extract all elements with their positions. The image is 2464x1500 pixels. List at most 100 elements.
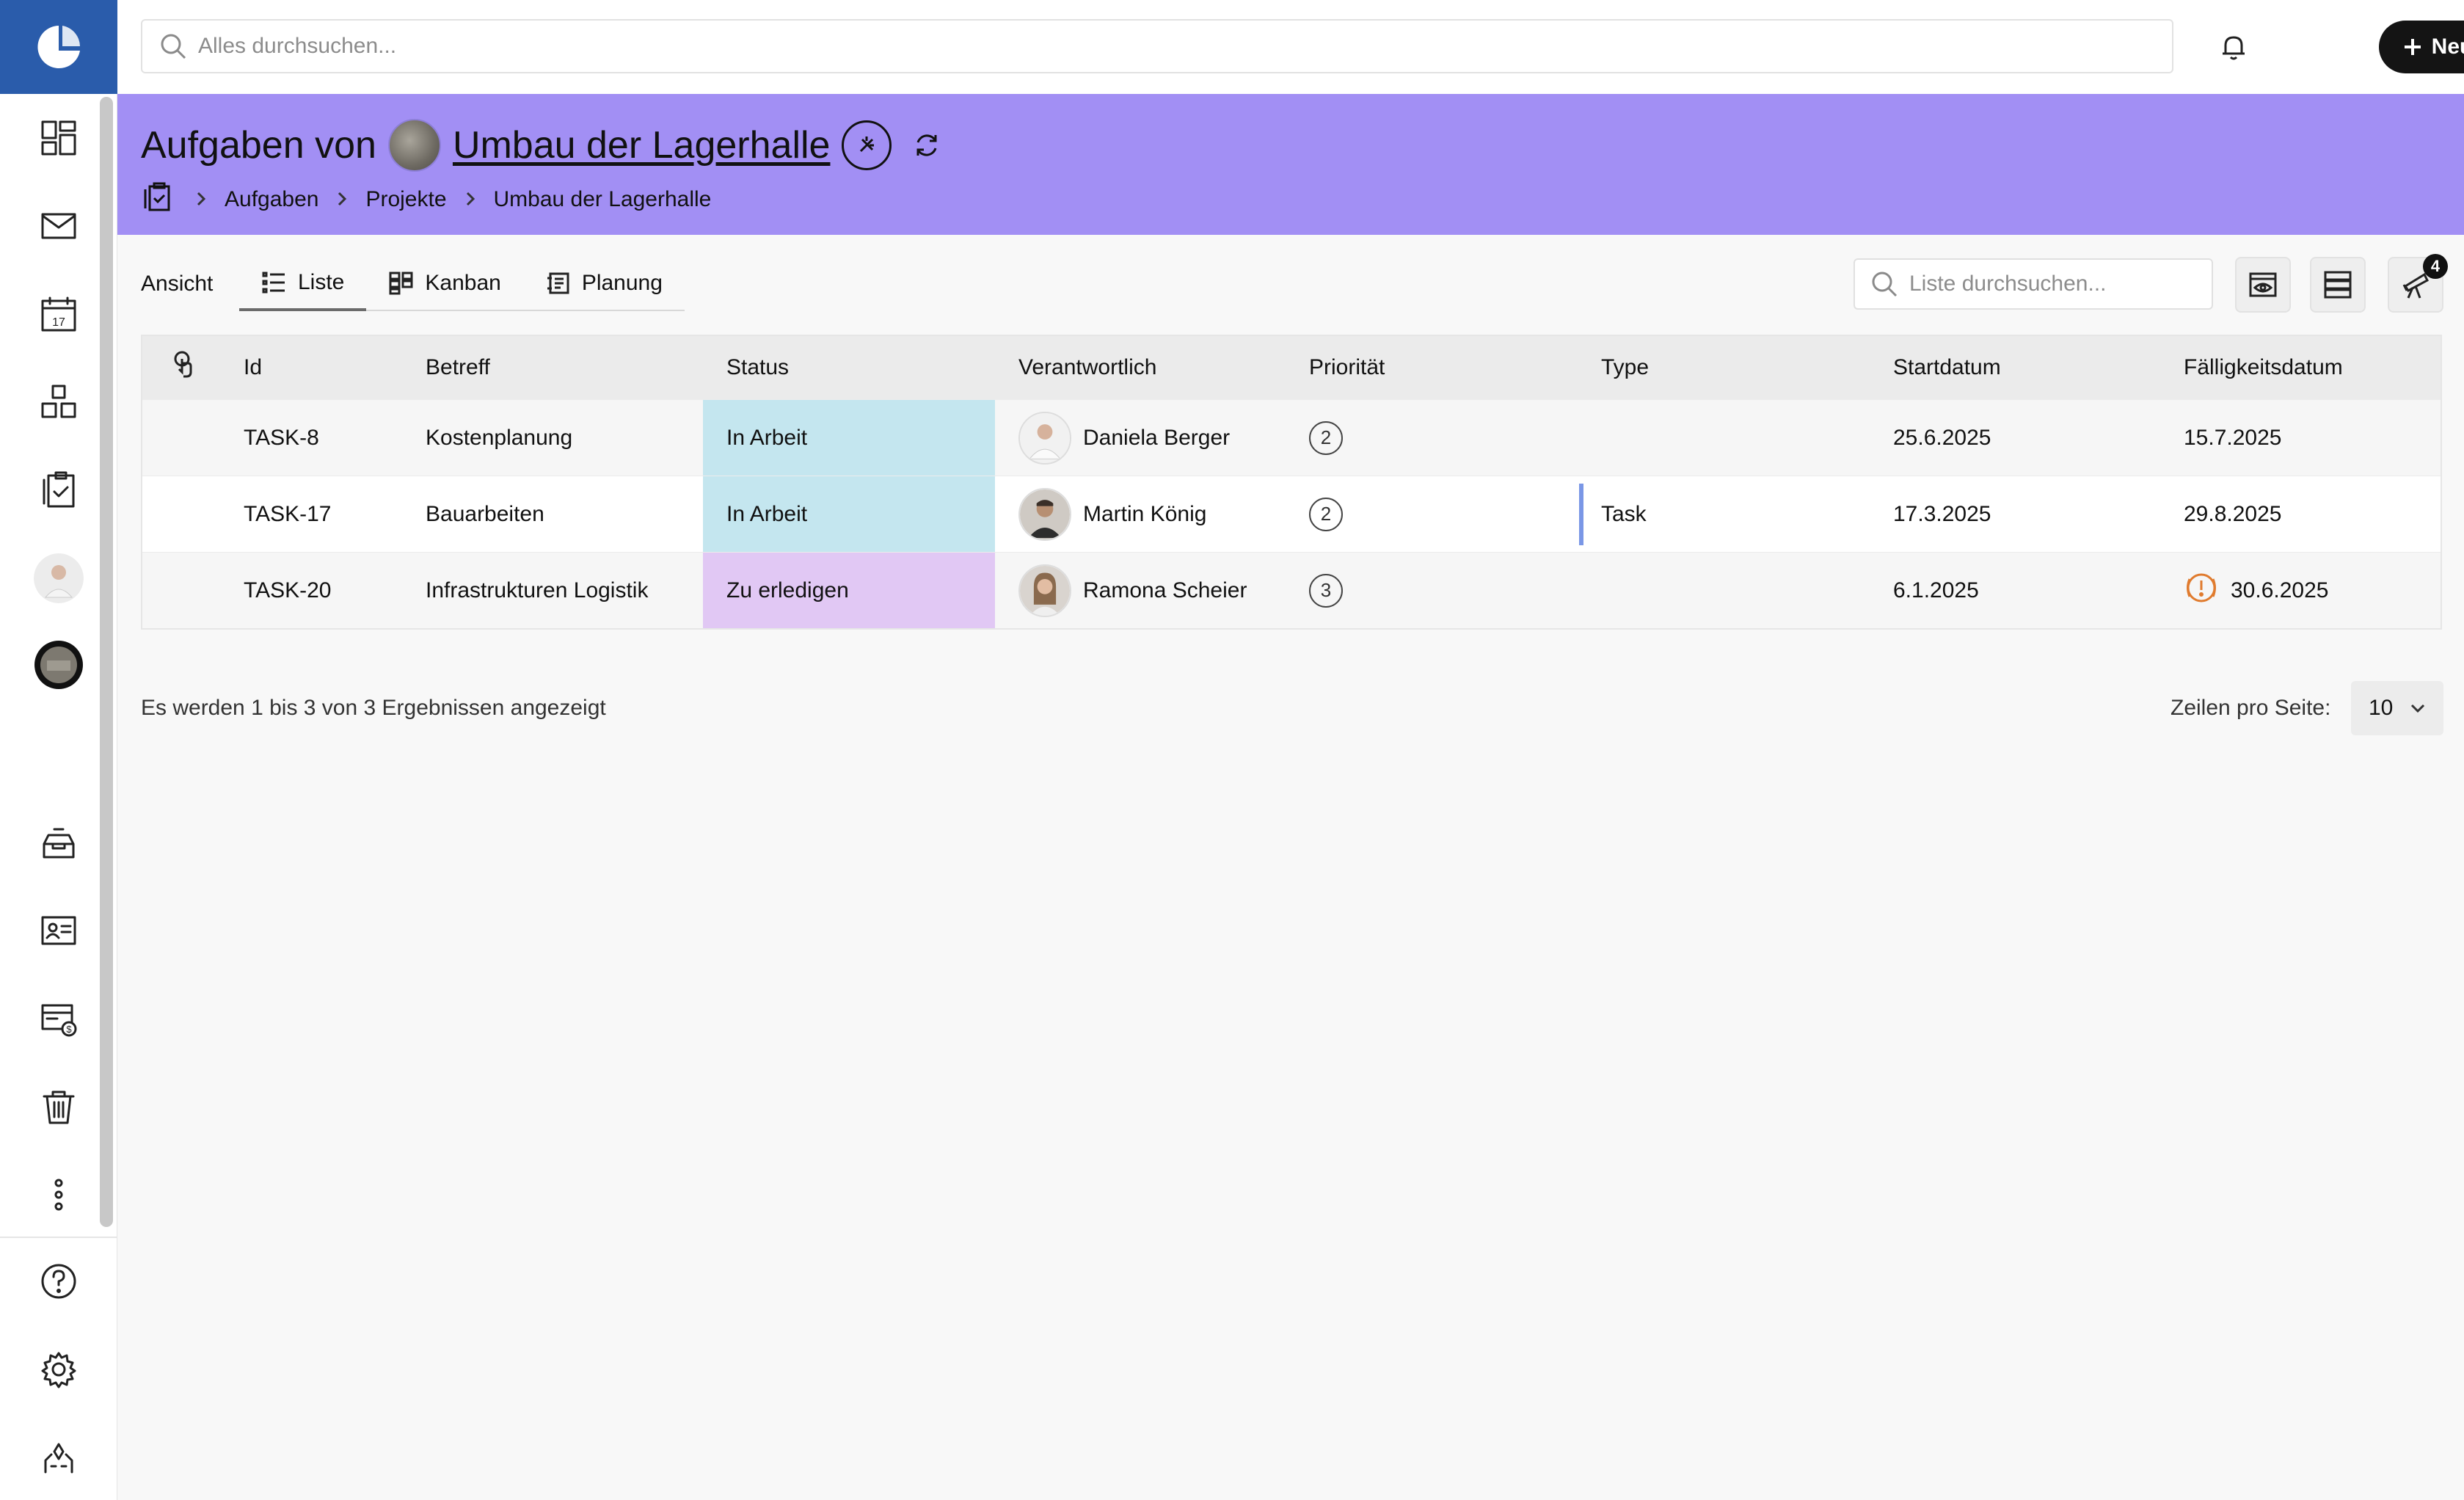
due-date-cell[interactable]: 29.8.2025 xyxy=(2160,502,2441,527)
settings-icon[interactable] xyxy=(29,1340,88,1399)
task-subject[interactable]: Bauarbeiten xyxy=(411,502,703,527)
task-id[interactable]: TASK-17 xyxy=(229,502,411,527)
list-search-input[interactable] xyxy=(1909,272,2203,296)
refresh-icon[interactable] xyxy=(906,125,947,166)
tab-list[interactable]: Liste xyxy=(239,257,367,311)
due-date-cell[interactable]: 30.6.2025 xyxy=(2160,570,2441,611)
column-header-assignee[interactable]: Verantwortlich xyxy=(995,355,1287,380)
start-date[interactable]: 17.3.2025 xyxy=(1870,502,2160,527)
new-button[interactable]: Neu xyxy=(2379,21,2464,73)
assignee-name: Martin König xyxy=(1083,501,1207,526)
type-marker xyxy=(1579,484,1583,545)
integrations-icon[interactable] xyxy=(29,1428,88,1487)
due-date: 29.8.2025 xyxy=(2184,501,2282,526)
app-logo[interactable] xyxy=(0,0,117,94)
priority-cell[interactable]: 2 xyxy=(1287,420,1579,455)
sidebar: 17 $ xyxy=(0,0,117,1500)
inbox-icon[interactable] xyxy=(29,813,88,872)
column-header-type[interactable]: Type xyxy=(1579,355,1870,380)
project-avatar-sidebar[interactable] xyxy=(34,640,84,690)
tab-planning-label: Planung xyxy=(581,271,663,295)
status-cell[interactable]: Zu erledigen xyxy=(703,553,995,628)
kanban-icon xyxy=(389,272,413,295)
chevron-right-icon xyxy=(194,187,208,212)
type-cell[interactable] xyxy=(1579,553,1870,628)
global-search-input[interactable] xyxy=(198,34,2106,59)
project-link[interactable]: Umbau der Lagerhalle xyxy=(453,123,831,167)
filter-count-badge: 4 xyxy=(2423,254,2448,279)
search-icon xyxy=(161,34,186,59)
tab-planning[interactable]: Planung xyxy=(523,257,685,310)
filter-button[interactable]: 4 xyxy=(2388,254,2448,313)
rows-per-page-label: Zeilen pro Seite: xyxy=(2170,696,2331,720)
tasks-table: Id Betreff Status Verantwortlich Priorit… xyxy=(141,335,2442,630)
breadcrumb-projects[interactable]: Projekte xyxy=(365,187,446,212)
overdue-warning-icon xyxy=(2184,570,2219,611)
density-button[interactable] xyxy=(2310,257,2366,313)
calendar-icon[interactable]: 17 xyxy=(29,285,88,343)
status-cell[interactable]: In Arbeit xyxy=(703,400,995,476)
status-cell[interactable]: In Arbeit xyxy=(703,476,995,552)
touch-icon xyxy=(167,349,200,387)
priority-cell[interactable]: 3 xyxy=(1287,573,1579,608)
due-date: 15.7.2025 xyxy=(2184,425,2282,450)
tasks-icon[interactable] xyxy=(29,461,88,520)
start-date[interactable]: 25.6.2025 xyxy=(1870,426,2160,451)
contacts-icon[interactable] xyxy=(29,901,88,960)
column-header-status[interactable]: Status xyxy=(703,355,995,380)
column-header-subject[interactable]: Betreff xyxy=(411,355,703,380)
type-cell[interactable] xyxy=(1579,400,1870,476)
priority-badge: 3 xyxy=(1309,573,1343,608)
row-select-cell[interactable] xyxy=(142,400,229,476)
rows-per-page-value: 10 xyxy=(2369,696,2394,720)
user-avatar-sidebar[interactable] xyxy=(34,553,84,603)
select-column-header[interactable] xyxy=(142,336,229,399)
avatar xyxy=(1018,487,1071,541)
column-header-due[interactable]: Fälligkeitsdatum xyxy=(2160,355,2441,380)
due-date-cell[interactable]: 15.7.2025 xyxy=(2160,426,2441,451)
sidebar-divider xyxy=(0,1237,117,1238)
more-icon[interactable] xyxy=(29,1165,88,1224)
list-search[interactable] xyxy=(1854,258,2213,310)
tab-kanban[interactable]: Kanban xyxy=(366,257,522,310)
task-subject[interactable]: Kostenplanung xyxy=(411,426,703,451)
chevron-right-icon xyxy=(335,187,349,212)
start-date[interactable]: 6.1.2025 xyxy=(1870,578,2160,603)
visibility-button[interactable] xyxy=(2235,257,2291,313)
mail-icon[interactable] xyxy=(29,197,88,255)
priority-cell[interactable]: 2 xyxy=(1287,497,1579,531)
table-row[interactable]: TASK-17 Bauarbeiten In Arbeit Martin Kön… xyxy=(142,476,2441,552)
invoice-icon[interactable]: $ xyxy=(29,989,88,1048)
breadcrumb-tasks[interactable]: Aufgaben xyxy=(225,187,318,212)
task-subject[interactable]: Infrastrukturen Logistik xyxy=(411,578,703,603)
breadcrumb: Aufgaben Projekte Umbau der Lagerhalle xyxy=(141,179,711,220)
result-info: Es werden 1 bis 3 von 3 Ergebnissen ange… xyxy=(141,696,606,720)
help-icon[interactable] xyxy=(29,1252,88,1311)
column-header-start[interactable]: Startdatum xyxy=(1870,355,2160,380)
global-search[interactable] xyxy=(141,19,2173,73)
dashboard-icon[interactable] xyxy=(29,109,88,167)
list-icon xyxy=(262,272,285,294)
notifications-bell-icon[interactable] xyxy=(2212,25,2256,69)
breadcrumb-project[interactable]: Umbau der Lagerhalle xyxy=(494,187,712,212)
task-id[interactable]: TASK-8 xyxy=(229,426,411,451)
remove-filter-icon[interactable] xyxy=(842,120,892,170)
table-row[interactable]: TASK-8 Kostenplanung In Arbeit Daniela B… xyxy=(142,399,2441,476)
assignee-cell[interactable]: Martin König xyxy=(995,487,1287,541)
modules-icon[interactable] xyxy=(29,373,88,432)
row-select-cell[interactable] xyxy=(142,476,229,552)
column-header-priority[interactable]: Priorität xyxy=(1287,355,1579,380)
task-id[interactable]: TASK-20 xyxy=(229,578,411,603)
sidebar-scrollbar[interactable] xyxy=(100,97,113,1227)
assignee-cell[interactable]: Daniela Berger xyxy=(995,411,1287,465)
assignee-cell[interactable]: Ramona Scheier xyxy=(995,564,1287,617)
rows-per-page-select[interactable]: 10 xyxy=(2351,681,2443,735)
assignee-name: Ramona Scheier xyxy=(1083,578,1247,602)
trash-icon[interactable] xyxy=(29,1077,88,1136)
top-bar: Neu xyxy=(117,0,2464,94)
column-header-id[interactable]: Id xyxy=(229,355,411,380)
tasks-home-icon[interactable] xyxy=(141,181,173,219)
row-select-cell[interactable] xyxy=(142,553,229,628)
type-cell[interactable]: Task xyxy=(1579,476,1870,552)
table-row[interactable]: TASK-20 Infrastrukturen Logistik Zu erle… xyxy=(142,552,2441,628)
